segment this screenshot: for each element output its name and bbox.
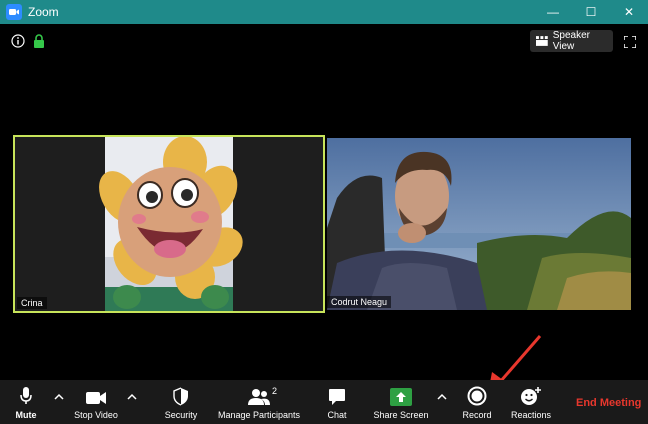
meeting-toolbar: Mute Stop Video Security Manage Particip… bbox=[0, 380, 648, 424]
maximize-button[interactable]: ☐ bbox=[572, 0, 610, 24]
chat-label: Chat bbox=[327, 410, 347, 420]
manage-participants-button[interactable]: Manage Participants bbox=[212, 380, 306, 424]
minimize-button[interactable]: — bbox=[534, 0, 572, 24]
security-button[interactable]: Security bbox=[160, 380, 202, 424]
participant-name-tag: Codrut Neagu bbox=[327, 296, 392, 308]
reactions-label: Reactions bbox=[510, 410, 552, 420]
share-screen-icon bbox=[390, 388, 412, 406]
fullscreen-icon[interactable] bbox=[624, 36, 636, 48]
record-label: Record bbox=[462, 410, 492, 420]
meeting-stage: Speaker View Crina Codrut Neagu bbox=[0, 24, 648, 404]
stop-video-label: Stop Video bbox=[74, 410, 118, 420]
chat-bubble-icon bbox=[329, 389, 345, 405]
share-screen-button[interactable]: Share Screen bbox=[370, 380, 432, 424]
stop-video-button[interactable]: Stop Video bbox=[70, 380, 122, 424]
video-camera-icon bbox=[86, 392, 106, 404]
chat-button[interactable]: Chat bbox=[322, 380, 352, 424]
participant-name-tag: Crina bbox=[17, 297, 47, 309]
security-label: Security bbox=[164, 410, 198, 420]
mute-button[interactable]: Mute bbox=[10, 380, 42, 424]
video-feed-participant bbox=[327, 138, 631, 310]
title-bar: Zoom — ☐ ✕ bbox=[0, 0, 648, 24]
chevron-up-icon[interactable] bbox=[54, 392, 64, 402]
mute-label: Mute bbox=[15, 410, 37, 420]
participant-count-badge: 2 bbox=[272, 386, 278, 396]
window-title: Zoom bbox=[28, 5, 59, 19]
speaker-view-button[interactable]: Speaker View bbox=[530, 30, 613, 52]
microphone-icon bbox=[20, 387, 32, 404]
lock-icon[interactable] bbox=[33, 34, 45, 48]
info-icon[interactable] bbox=[11, 34, 25, 48]
chevron-up-icon[interactable] bbox=[437, 392, 447, 402]
shield-icon bbox=[173, 387, 188, 406]
record-button[interactable]: Record bbox=[460, 380, 494, 424]
close-button[interactable]: ✕ bbox=[610, 0, 648, 24]
share-screen-label: Share Screen bbox=[373, 410, 429, 420]
grid-icon bbox=[536, 36, 548, 46]
zoom-app-icon bbox=[6, 4, 22, 20]
video-tile-crina[interactable]: Crina bbox=[13, 135, 325, 313]
speaker-view-label: Speaker View bbox=[552, 30, 590, 52]
reactions-button[interactable]: Reactions bbox=[508, 380, 554, 424]
record-icon bbox=[467, 386, 487, 406]
participants-icon bbox=[248, 389, 270, 405]
video-feed-sunflower-plush bbox=[15, 137, 323, 311]
video-tile-codrut-neagu[interactable]: Codrut Neagu bbox=[327, 138, 631, 310]
reactions-icon bbox=[521, 387, 541, 405]
end-meeting-button[interactable]: End Meeting bbox=[576, 397, 641, 409]
chevron-up-icon[interactable] bbox=[127, 392, 137, 402]
manage-participants-label: Manage Participants bbox=[217, 410, 301, 420]
